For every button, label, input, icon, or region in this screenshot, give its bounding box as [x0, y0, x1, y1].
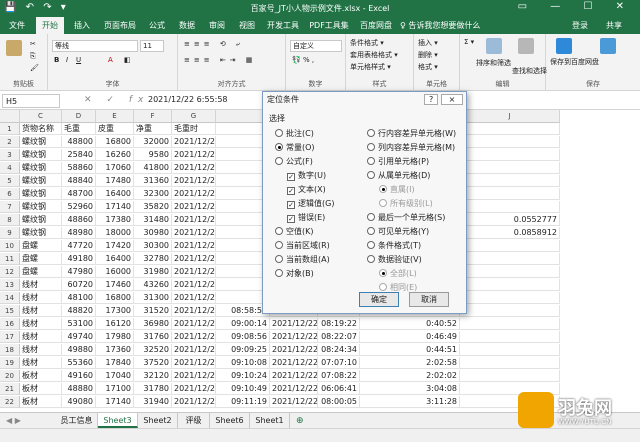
option-label: 引用单元格(P) [378, 157, 430, 166]
radio-icon [275, 143, 283, 151]
logo-icon [518, 392, 554, 428]
radio-icon [367, 143, 375, 151]
radio-right_options-9[interactable]: 数据验证(V) [367, 254, 422, 265]
cancel-button[interactable]: 取消 [409, 292, 449, 307]
option-label: 文本(X) [298, 185, 326, 194]
radio-icon [275, 227, 283, 235]
radio-icon [275, 241, 283, 249]
radio-icon [367, 171, 375, 179]
radio-icon [379, 283, 387, 291]
radio-left_options-2[interactable]: 公式(F) [275, 156, 313, 167]
radio-icon [379, 269, 387, 277]
radio-icon [275, 129, 283, 137]
checkbox-left_options-5[interactable]: ✓ 逻辑值(G) [287, 198, 334, 209]
option-label: 所有级别(L) [390, 199, 433, 208]
option-label: 批注(C) [286, 129, 314, 138]
checkbox-left_options-6[interactable]: ✓ 错误(E) [287, 212, 325, 223]
radio-left_options-0[interactable]: 批注(C) [275, 128, 314, 139]
radio-right_options-6[interactable]: 最后一个单元格(S) [367, 212, 445, 223]
radio-icon [275, 255, 283, 263]
checkbox-icon: ✓ [287, 187, 295, 195]
radio-icon [275, 269, 283, 277]
radio-icon [367, 241, 375, 249]
option-label: 条件格式(T) [378, 241, 422, 250]
radio-left_options-9[interactable]: 当前数组(A) [275, 254, 330, 265]
go-to-special-dialog: 定位条件 ? × 选择 批注(C) 常量(O) 公式(F) ✓ 数字(U) ✓ 文本(X) ✓… [262, 91, 467, 314]
radio-right_options-4[interactable]: 直属(I) [379, 184, 415, 195]
radio-right_options-5[interactable]: 所有级别(L) [379, 198, 433, 209]
option-label: 数字(U) [298, 171, 327, 180]
radio-right_options-2[interactable]: 引用单元格(P) [367, 156, 429, 167]
selection-group-label: 选择 [269, 114, 285, 123]
radio-right_options-0[interactable]: 行内容差异单元格(W) [367, 128, 456, 139]
radio-right_options-8[interactable]: 条件格式(T) [367, 240, 421, 251]
radio-icon [367, 227, 375, 235]
option-label: 对象(B) [286, 269, 314, 278]
option-label: 错误(E) [298, 213, 326, 222]
close-button[interactable]: × [441, 94, 463, 105]
radio-right_options-1[interactable]: 列内容差异单元格(M) [367, 142, 455, 153]
option-label: 常量(O) [286, 143, 315, 152]
radio-right_options-7[interactable]: 可见单元格(Y) [367, 226, 429, 237]
option-label: 空值(K) [286, 227, 314, 236]
option-label: 可见单元格(Y) [378, 227, 430, 236]
radio-icon [367, 255, 375, 263]
option-label: 逻辑值(G) [298, 199, 335, 208]
option-label: 相同(E) [390, 283, 418, 292]
radio-left_options-8[interactable]: 当前区域(R) [275, 240, 330, 251]
option-label: 行内容差异单元格(W) [378, 129, 457, 138]
checkbox-icon: ✓ [287, 173, 295, 181]
option-label: 公式(F) [286, 157, 313, 166]
radio-right_options-3[interactable]: 从属单元格(D) [367, 170, 430, 181]
watermark-url: WWW.YUTU.CN [558, 418, 612, 426]
dialog-title: 定位条件 [267, 95, 299, 104]
option-label: 数据验证(V) [378, 255, 422, 264]
checkbox-icon: ✓ [287, 201, 295, 209]
option-label: 列内容差异单元格(M) [378, 143, 456, 152]
radio-icon [379, 199, 387, 207]
dialog-title-buttons: ? × [424, 94, 463, 105]
checkbox-left_options-3[interactable]: ✓ 数字(U) [287, 170, 326, 181]
radio-icon [367, 157, 375, 165]
option-label: 直属(I) [390, 185, 415, 194]
radio-icon [275, 157, 283, 165]
option-label: 当前区域(R) [286, 241, 330, 250]
checkbox-left_options-4[interactable]: ✓ 文本(X) [287, 184, 326, 195]
ok-button[interactable]: 确定 [359, 292, 399, 307]
option-label: 从属单元格(D) [378, 171, 431, 180]
radio-icon [367, 213, 375, 221]
option-label: 当前数组(A) [286, 255, 330, 264]
radio-right_options-10[interactable]: 全部(L) [379, 268, 417, 279]
radio-left_options-1[interactable]: 常量(O) [275, 142, 315, 153]
radio-icon [379, 185, 387, 193]
option-label: 最后一个单元格(S) [378, 213, 446, 222]
radio-icon [367, 129, 375, 137]
radio-left_options-7[interactable]: 空值(K) [275, 226, 314, 237]
option-label: 全部(L) [390, 269, 417, 278]
help-button[interactable]: ? [424, 94, 439, 105]
watermark-name: 羽兔网 [558, 398, 612, 419]
watermark-logo: 羽兔网 WWW.YUTU.CN [518, 392, 640, 442]
radio-left_options-10[interactable]: 对象(B) [275, 268, 314, 279]
checkbox-icon: ✓ [287, 215, 295, 223]
